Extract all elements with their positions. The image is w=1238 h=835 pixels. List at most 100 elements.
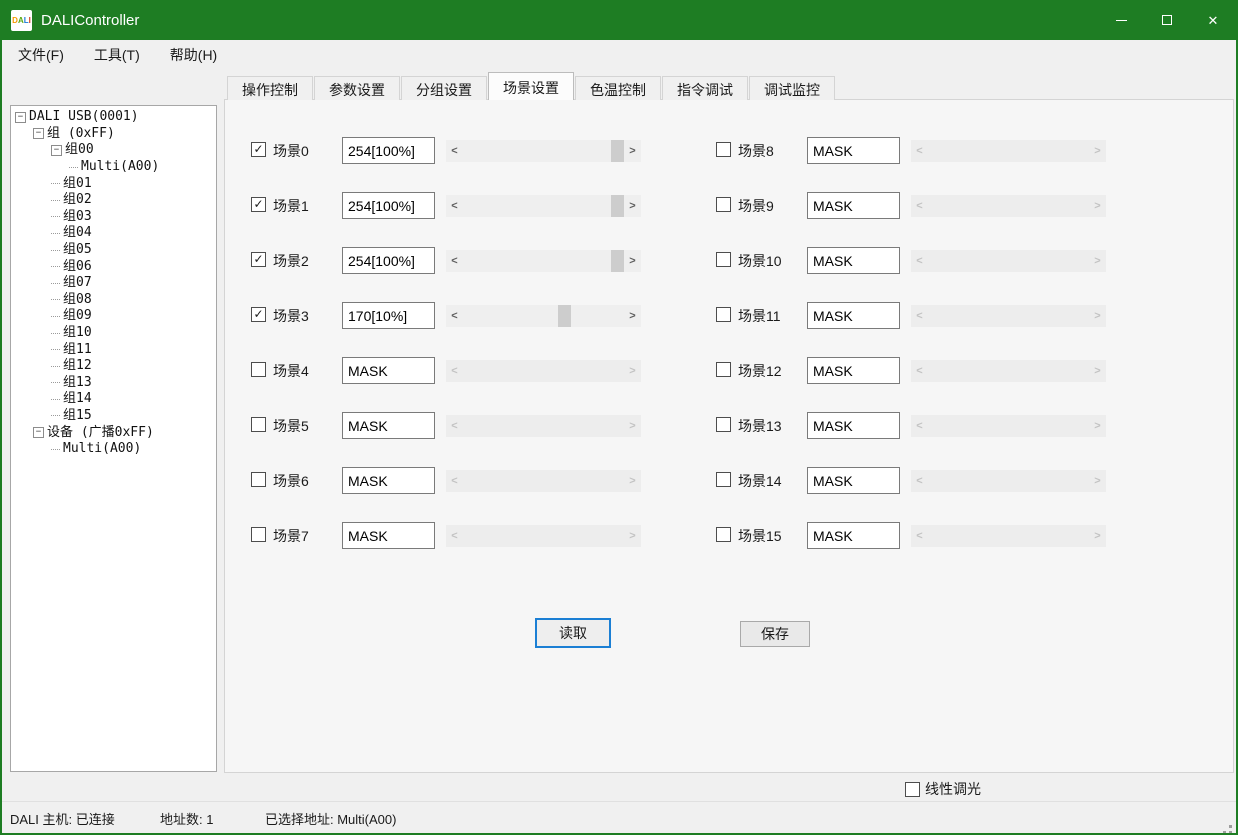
- tree-item-2[interactable]: −组00: [11, 142, 216, 159]
- slider-right-arrow-icon[interactable]: >: [624, 305, 641, 327]
- scene-checkbox-13[interactable]: [716, 417, 731, 432]
- tree-item-7[interactable]: 组04: [11, 225, 216, 242]
- scene-checkbox-11[interactable]: [716, 307, 731, 322]
- slider-thumb[interactable]: [558, 305, 571, 327]
- scene-checkbox-8[interactable]: [716, 142, 731, 157]
- scene-checkbox-7[interactable]: [251, 527, 266, 542]
- tree-item-18[interactable]: 组15: [11, 408, 216, 425]
- scene-slider-0[interactable]: <>: [446, 140, 641, 162]
- tree-expander-icon[interactable]: −: [15, 112, 26, 123]
- tree-item-16[interactable]: 组13: [11, 375, 216, 392]
- tree-item-20[interactable]: Multi(A00): [11, 441, 216, 458]
- tree-item-3[interactable]: Multi(A00): [11, 159, 216, 176]
- maximize-icon: [1162, 15, 1172, 25]
- close-button[interactable]: ✕: [1190, 0, 1236, 40]
- scene-value-input-13[interactable]: [807, 412, 900, 439]
- scene-checkbox-10[interactable]: [716, 252, 731, 267]
- tab-5[interactable]: 指令调试: [662, 76, 748, 100]
- slider-right-arrow-icon: >: [1089, 470, 1106, 492]
- resize-grip[interactable]: [1229, 825, 1232, 828]
- tree-item-label: 组10: [63, 325, 92, 341]
- tree-item-label: Multi(A00): [81, 159, 159, 175]
- scene-value-input-8[interactable]: [807, 137, 900, 164]
- slider-left-arrow-icon[interactable]: <: [446, 140, 463, 162]
- scene-value-input-12[interactable]: [807, 357, 900, 384]
- scene-value-input-9[interactable]: [807, 192, 900, 219]
- scene-checkbox-6[interactable]: [251, 472, 266, 487]
- menu-item-2[interactable]: 帮助(H): [156, 39, 231, 71]
- slider-right-arrow-icon: >: [1089, 360, 1106, 382]
- scene-slider-1[interactable]: <>: [446, 195, 641, 217]
- scene-slider-3[interactable]: <>: [446, 305, 641, 327]
- scene-checkbox-1[interactable]: ✓: [251, 197, 266, 212]
- tab-6[interactable]: 调试监控: [749, 76, 835, 100]
- scene-value-input-1[interactable]: [342, 192, 435, 219]
- minimize-button[interactable]: [1098, 0, 1144, 40]
- slider-thumb[interactable]: [611, 250, 624, 272]
- linear-dimming-checkbox[interactable]: [905, 782, 920, 797]
- tree-item-8[interactable]: 组05: [11, 242, 216, 259]
- tree-expander-icon[interactable]: −: [33, 427, 44, 438]
- slider-thumb[interactable]: [611, 195, 624, 217]
- scene-value-input-0[interactable]: [342, 137, 435, 164]
- tab-0[interactable]: 操作控制: [227, 76, 313, 100]
- scene-slider-13: <>: [911, 415, 1106, 437]
- maximize-button[interactable]: [1144, 0, 1190, 40]
- slider-left-arrow-icon[interactable]: <: [446, 195, 463, 217]
- scene-value-input-10[interactable]: [807, 247, 900, 274]
- tree-expander-icon[interactable]: −: [33, 128, 44, 139]
- scene-value-input-11[interactable]: [807, 302, 900, 329]
- tree-item-13[interactable]: 组10: [11, 325, 216, 342]
- tree-item-6[interactable]: 组03: [11, 209, 216, 226]
- tab-3[interactable]: 场景设置: [488, 72, 574, 100]
- scene-value-input-6[interactable]: [342, 467, 435, 494]
- scene-checkbox-0[interactable]: ✓: [251, 142, 266, 157]
- tree-item-1[interactable]: −组 (0xFF): [11, 126, 216, 143]
- slider-right-arrow-icon[interactable]: >: [624, 140, 641, 162]
- scene-value-input-7[interactable]: [342, 522, 435, 549]
- scene-checkbox-4[interactable]: [251, 362, 266, 377]
- tab-1[interactable]: 参数设置: [314, 76, 400, 100]
- scene-slider-6: <>: [446, 470, 641, 492]
- tree-item-4[interactable]: 组01: [11, 175, 216, 192]
- linear-dimming-row: 线性调光: [905, 779, 981, 799]
- scene-value-input-2[interactable]: [342, 247, 435, 274]
- scene-checkbox-9[interactable]: [716, 197, 731, 212]
- tree-item-17[interactable]: 组14: [11, 391, 216, 408]
- tree-item-5[interactable]: 组02: [11, 192, 216, 209]
- scene-value-input-15[interactable]: [807, 522, 900, 549]
- scene-checkbox-15[interactable]: [716, 527, 731, 542]
- scene-checkbox-2[interactable]: ✓: [251, 252, 266, 267]
- tree-item-12[interactable]: 组09: [11, 308, 216, 325]
- scene-slider-14: <>: [911, 470, 1106, 492]
- scene-checkbox-5[interactable]: [251, 417, 266, 432]
- scene-value-input-5[interactable]: [342, 412, 435, 439]
- tab-4[interactable]: 色温控制: [575, 76, 661, 100]
- save-button[interactable]: 保存: [740, 621, 810, 647]
- scene-slider-2[interactable]: <>: [446, 250, 641, 272]
- slider-thumb[interactable]: [611, 140, 624, 162]
- tree-item-0[interactable]: −DALI USB(0001): [11, 109, 216, 126]
- tree-item-10[interactable]: 组07: [11, 275, 216, 292]
- scene-checkbox-14[interactable]: [716, 472, 731, 487]
- slider-right-arrow-icon[interactable]: >: [624, 195, 641, 217]
- scene-value-input-4[interactable]: [342, 357, 435, 384]
- scene-checkbox-3[interactable]: ✓: [251, 307, 266, 322]
- menu-item-0[interactable]: 文件(F): [4, 39, 78, 71]
- tree-item-11[interactable]: 组08: [11, 292, 216, 309]
- tree-item-19[interactable]: −设备 (广播0xFF): [11, 424, 216, 441]
- tree-expander-icon[interactable]: −: [51, 145, 62, 156]
- menu-item-1[interactable]: 工具(T): [80, 39, 154, 71]
- scene-label-8: 场景8: [738, 141, 774, 161]
- read-button[interactable]: 读取: [535, 618, 611, 648]
- slider-left-arrow-icon[interactable]: <: [446, 305, 463, 327]
- scene-value-input-14[interactable]: [807, 467, 900, 494]
- scene-checkbox-12[interactable]: [716, 362, 731, 377]
- slider-left-arrow-icon[interactable]: <: [446, 250, 463, 272]
- tree-item-14[interactable]: 组11: [11, 341, 216, 358]
- tab-2[interactable]: 分组设置: [401, 76, 487, 100]
- scene-value-input-3[interactable]: [342, 302, 435, 329]
- slider-right-arrow-icon[interactable]: >: [624, 250, 641, 272]
- tree-item-15[interactable]: 组12: [11, 358, 216, 375]
- tree-item-9[interactable]: 组06: [11, 258, 216, 275]
